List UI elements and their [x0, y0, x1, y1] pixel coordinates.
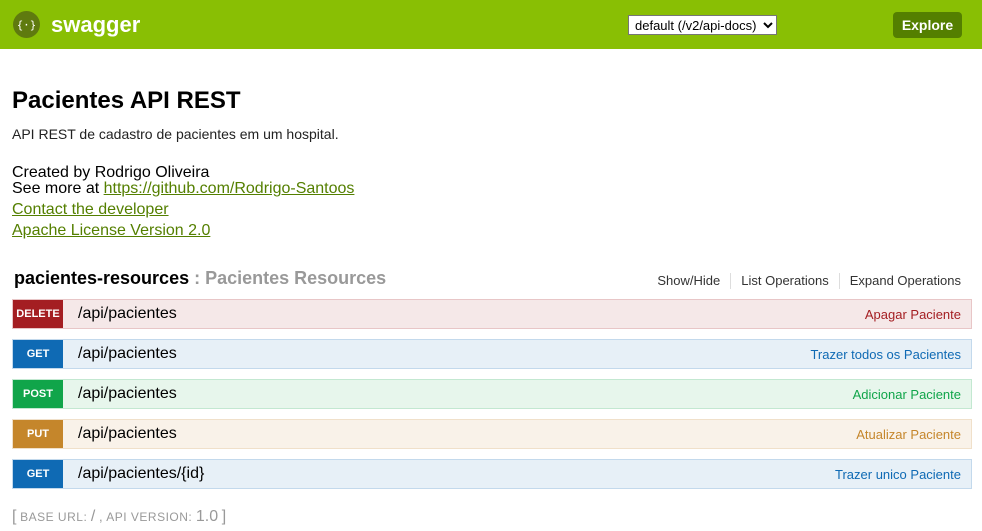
operation-post-pacientes[interactable]: POST /api/pacientes Adicionar Paciente — [12, 379, 972, 409]
footer-open-bracket: [ — [12, 508, 17, 525]
api-description: API REST de cadastro de pacientes em um … — [12, 126, 339, 142]
operation-path[interactable]: /api/pacientes — [78, 305, 865, 323]
see-more-line: See more at https://github.com/Rodrigo-S… — [12, 180, 354, 198]
api-version-label: API VERSION — [106, 510, 189, 524]
operation-path[interactable]: /api/pacientes — [78, 385, 853, 403]
api-spec-select[interactable]: default (/v2/api-docs) — [628, 15, 777, 35]
http-method-badge[interactable]: PUT — [13, 420, 63, 448]
resource-description: Pacientes Resources — [205, 268, 387, 288]
http-method-badge[interactable]: POST — [13, 380, 63, 408]
base-url-value: / — [90, 508, 96, 525]
operation-path[interactable]: /api/pacientes — [78, 345, 810, 363]
resource-separator: : — [189, 268, 206, 288]
svg-text:{·}: {·} — [18, 19, 35, 32]
list-operations-link[interactable]: List Operations — [730, 273, 838, 289]
resource-name-link[interactable]: pacientes-resources — [14, 268, 189, 288]
license-link[interactable]: Apache License Version 2.0 — [12, 222, 210, 240]
operation-summary[interactable]: Trazer todos os Pacientes — [810, 347, 961, 362]
operation-summary[interactable]: Adicionar Paciente — [853, 387, 961, 402]
operation-delete-pacientes[interactable]: DELETE /api/pacientes Apagar Paciente — [12, 299, 972, 329]
operation-summary[interactable]: Trazer unico Paciente — [835, 467, 961, 482]
operation-get-pacientes[interactable]: GET /api/pacientes Trazer todos os Pacie… — [12, 339, 972, 369]
operation-get-paciente-by-id[interactable]: GET /api/pacientes/{id} Trazer unico Pac… — [12, 459, 972, 489]
http-method-badge[interactable]: GET — [13, 340, 63, 368]
swagger-braces-icon: {·} — [13, 11, 40, 38]
operation-path[interactable]: /api/pacientes/{id} — [78, 465, 835, 483]
base-url-label: BASE URL — [20, 510, 84, 524]
show-hide-link[interactable]: Show/Hide — [647, 273, 730, 289]
swagger-logo[interactable]: {·} swagger — [13, 11, 140, 38]
logo-text: swagger — [51, 12, 141, 37]
resource-actions: Show/Hide List Operations Expand Operati… — [647, 273, 961, 289]
contact-developer-link[interactable]: Contact the developer — [12, 201, 169, 219]
api-title: Pacientes API REST — [12, 87, 241, 114]
top-bar: {·} swagger default (/v2/api-docs) Explo… — [0, 0, 982, 49]
expand-operations-link[interactable]: Expand Operations — [838, 273, 961, 289]
http-method-badge[interactable]: GET — [13, 460, 63, 488]
footer-close-bracket: ] — [221, 508, 227, 525]
http-method-badge[interactable]: DELETE — [13, 300, 63, 328]
operation-put-pacientes[interactable]: PUT /api/pacientes Atualizar Paciente — [12, 419, 972, 449]
api-footer-info: [ BASE URL: / , API VERSION: 1.0 ] — [12, 508, 227, 525]
resource-heading: pacientes-resources : Pacientes Resource… — [14, 268, 386, 289]
github-link[interactable]: https://github.com/Rodrigo-Santoos — [104, 180, 355, 197]
see-more-label: See more at — [12, 180, 104, 197]
explore-button[interactable]: Explore — [893, 12, 962, 38]
api-version-value: 1.0 — [195, 508, 219, 525]
operation-path[interactable]: /api/pacientes — [78, 425, 856, 443]
operation-summary[interactable]: Atualizar Paciente — [856, 427, 961, 442]
operation-summary[interactable]: Apagar Paciente — [865, 307, 961, 322]
